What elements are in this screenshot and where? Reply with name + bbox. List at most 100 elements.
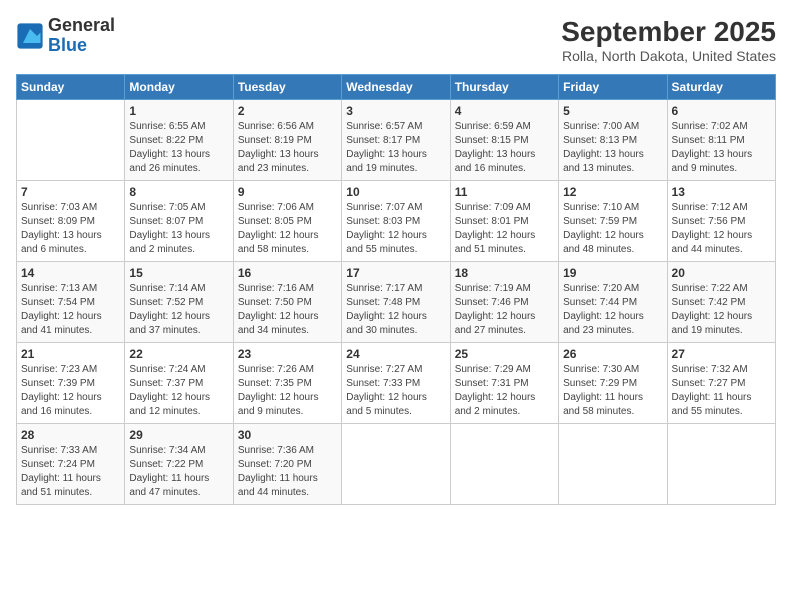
day-info: Sunrise: 7:00 AMSunset: 8:13 PMDaylight:… [563,120,662,176]
calendar-cell: 23 Sunrise: 7:26 AMSunset: 7:35 PMDayligh… [233,343,341,424]
calendar-cell: 29Sunrise: 7:34 AMSunset: 7:22 PMDayligh… [125,424,233,505]
day-info: Sunrise: 7:34 AMSunset: 7:22 PMDaylight:… [129,444,228,500]
day-number: 25 [455,347,554,361]
day-info: Sunrise: 7:32 AMSunset: 7:27 PMDaylight:… [672,363,771,419]
weekday-header: Friday [559,75,667,100]
calendar-week-row: 21 Sunrise: 7:23 AMSunset: 7:39 PMDayligh… [17,343,776,424]
calendar-cell: 21 Sunrise: 7:23 AMSunset: 7:39 PMDayligh… [17,343,125,424]
day-number: 21 [21,347,120,361]
day-number: 22 [129,347,228,361]
day-number: 26 [563,347,662,361]
day-number: 10 [346,185,445,199]
calendar-table: SundayMondayTuesdayWednesdayThursdayFrid… [16,74,776,505]
weekday-header: Sunday [17,75,125,100]
calendar-cell: 17Sunrise: 7:17 AMSunset: 7:48 PMDayligh… [342,262,450,343]
day-info: Sunrise: 6:55 AMSunset: 8:22 PMDaylight:… [129,120,228,176]
day-info: Sunrise: 7:23 AMSunset: 7:39 PMDaylight:… [21,363,120,419]
day-number: 2 [238,104,337,118]
calendar-cell: 1Sunrise: 6:55 AMSunset: 8:22 PMDaylight… [125,100,233,181]
day-number: 6 [672,104,771,118]
weekday-header: Tuesday [233,75,341,100]
day-info: Sunrise: 7:05 AMSunset: 8:07 PMDaylight:… [129,201,228,257]
day-info: Sunrise: 7:06 AMSunset: 8:05 PMDaylight:… [238,201,337,257]
calendar-cell: 19 Sunrise: 7:20 AMSunset: 7:44 PMDayligh… [559,262,667,343]
calendar-cell: 26 Sunrise: 7:30 AMSunset: 7:29 PMDayligh… [559,343,667,424]
calendar-cell: 12 Sunrise: 7:10 AMSunset: 7:59 PMDayligh… [559,181,667,262]
day-info: Sunrise: 7:26 AMSunset: 7:35 PMDaylight:… [238,363,337,419]
calendar-cell: 10 Sunrise: 7:07 AMSunset: 8:03 PMDayligh… [342,181,450,262]
calendar-cell: 9 Sunrise: 7:06 AMSunset: 8:05 PMDaylight… [233,181,341,262]
calendar-cell: 28Sunrise: 7:33 AMSunset: 7:24 PMDayligh… [17,424,125,505]
day-info: Sunrise: 7:03 AMSunset: 8:09 PMDaylight:… [21,201,120,257]
weekday-header: Wednesday [342,75,450,100]
day-number: 14 [21,266,120,280]
logo-icon [16,22,44,50]
day-info: Sunrise: 6:56 AMSunset: 8:19 PMDaylight:… [238,120,337,176]
calendar-cell: 15Sunrise: 7:14 AMSunset: 7:52 PMDayligh… [125,262,233,343]
title-block: September 2025 Rolla, North Dakota, Unit… [561,16,776,64]
day-number: 4 [455,104,554,118]
calendar-cell: 25 Sunrise: 7:29 AMSunset: 7:31 PMDayligh… [450,343,558,424]
calendar-cell [450,424,558,505]
day-number: 8 [129,185,228,199]
day-number: 27 [672,347,771,361]
day-number: 7 [21,185,120,199]
calendar-cell: 14 Sunrise: 7:13 AMSunset: 7:54 PMDayligh… [17,262,125,343]
day-info: Sunrise: 7:16 AMSunset: 7:50 PMDaylight:… [238,282,337,338]
calendar-cell: 13 Sunrise: 7:12 AMSunset: 7:56 PMDayligh… [667,181,775,262]
calendar-cell [17,100,125,181]
weekday-header: Monday [125,75,233,100]
calendar-week-row: 1Sunrise: 6:55 AMSunset: 8:22 PMDaylight… [17,100,776,181]
calendar-cell: 2 Sunrise: 6:56 AMSunset: 8:19 PMDaylight… [233,100,341,181]
day-info: Sunrise: 7:09 AMSunset: 8:01 PMDaylight:… [455,201,554,257]
day-info: Sunrise: 7:33 AMSunset: 7:24 PMDaylight:… [21,444,120,500]
calendar-cell: 11 Sunrise: 7:09 AMSunset: 8:01 PMDayligh… [450,181,558,262]
day-info: Sunrise: 7:29 AMSunset: 7:31 PMDaylight:… [455,363,554,419]
day-number: 20 [672,266,771,280]
day-info: Sunrise: 7:14 AMSunset: 7:52 PMDaylight:… [129,282,228,338]
page-title: September 2025 [561,16,776,48]
day-info: Sunrise: 7:36 AMSunset: 7:20 PMDaylight:… [238,444,337,500]
day-info: Sunrise: 7:22 AMSunset: 7:42 PMDaylight:… [672,282,771,338]
calendar-cell: 27 Sunrise: 7:32 AMSunset: 7:27 PMDayligh… [667,343,775,424]
day-info: Sunrise: 7:19 AMSunset: 7:46 PMDaylight:… [455,282,554,338]
calendar-cell: 8 Sunrise: 7:05 AMSunset: 8:07 PMDaylight… [125,181,233,262]
weekday-header: Thursday [450,75,558,100]
day-info: Sunrise: 7:12 AMSunset: 7:56 PMDaylight:… [672,201,771,257]
calendar-cell [342,424,450,505]
calendar-cell: 22 Sunrise: 7:24 AMSunset: 7:37 PMDayligh… [125,343,233,424]
logo-text-general: General Blue [48,16,115,56]
day-number: 19 [563,266,662,280]
day-number: 23 [238,347,337,361]
day-info: Sunrise: 7:02 AMSunset: 8:11 PMDaylight:… [672,120,771,176]
day-number: 13 [672,185,771,199]
weekday-header-row: SundayMondayTuesdayWednesdayThursdayFrid… [17,75,776,100]
calendar-cell: 16 Sunrise: 7:16 AMSunset: 7:50 PMDayligh… [233,262,341,343]
day-number: 12 [563,185,662,199]
day-number: 9 [238,185,337,199]
page-subtitle: Rolla, North Dakota, United States [561,48,776,64]
calendar-cell: 6 Sunrise: 7:02 AMSunset: 8:11 PMDaylight… [667,100,775,181]
calendar-cell: 24Sunrise: 7:27 AMSunset: 7:33 PMDayligh… [342,343,450,424]
day-number: 16 [238,266,337,280]
calendar-week-row: 7 Sunrise: 7:03 AMSunset: 8:09 PMDaylight… [17,181,776,262]
day-number: 3 [346,104,445,118]
calendar-cell: 7 Sunrise: 7:03 AMSunset: 8:09 PMDaylight… [17,181,125,262]
day-number: 30 [238,428,337,442]
day-info: Sunrise: 7:20 AMSunset: 7:44 PMDaylight:… [563,282,662,338]
day-info: Sunrise: 7:10 AMSunset: 7:59 PMDaylight:… [563,201,662,257]
day-info: Sunrise: 7:30 AMSunset: 7:29 PMDaylight:… [563,363,662,419]
day-info: Sunrise: 6:59 AMSunset: 8:15 PMDaylight:… [455,120,554,176]
weekday-header: Saturday [667,75,775,100]
calendar-cell: 5 Sunrise: 7:00 AMSunset: 8:13 PMDaylight… [559,100,667,181]
calendar-cell [559,424,667,505]
day-info: Sunrise: 7:13 AMSunset: 7:54 PMDaylight:… [21,282,120,338]
day-info: Sunrise: 7:24 AMSunset: 7:37 PMDaylight:… [129,363,228,419]
day-number: 5 [563,104,662,118]
calendar-cell [667,424,775,505]
day-info: Sunrise: 7:07 AMSunset: 8:03 PMDaylight:… [346,201,445,257]
calendar-cell: 30 Sunrise: 7:36 AMSunset: 7:20 PMDayligh… [233,424,341,505]
calendar-week-row: 14 Sunrise: 7:13 AMSunset: 7:54 PMDayligh… [17,262,776,343]
day-number: 11 [455,185,554,199]
day-number: 24 [346,347,445,361]
